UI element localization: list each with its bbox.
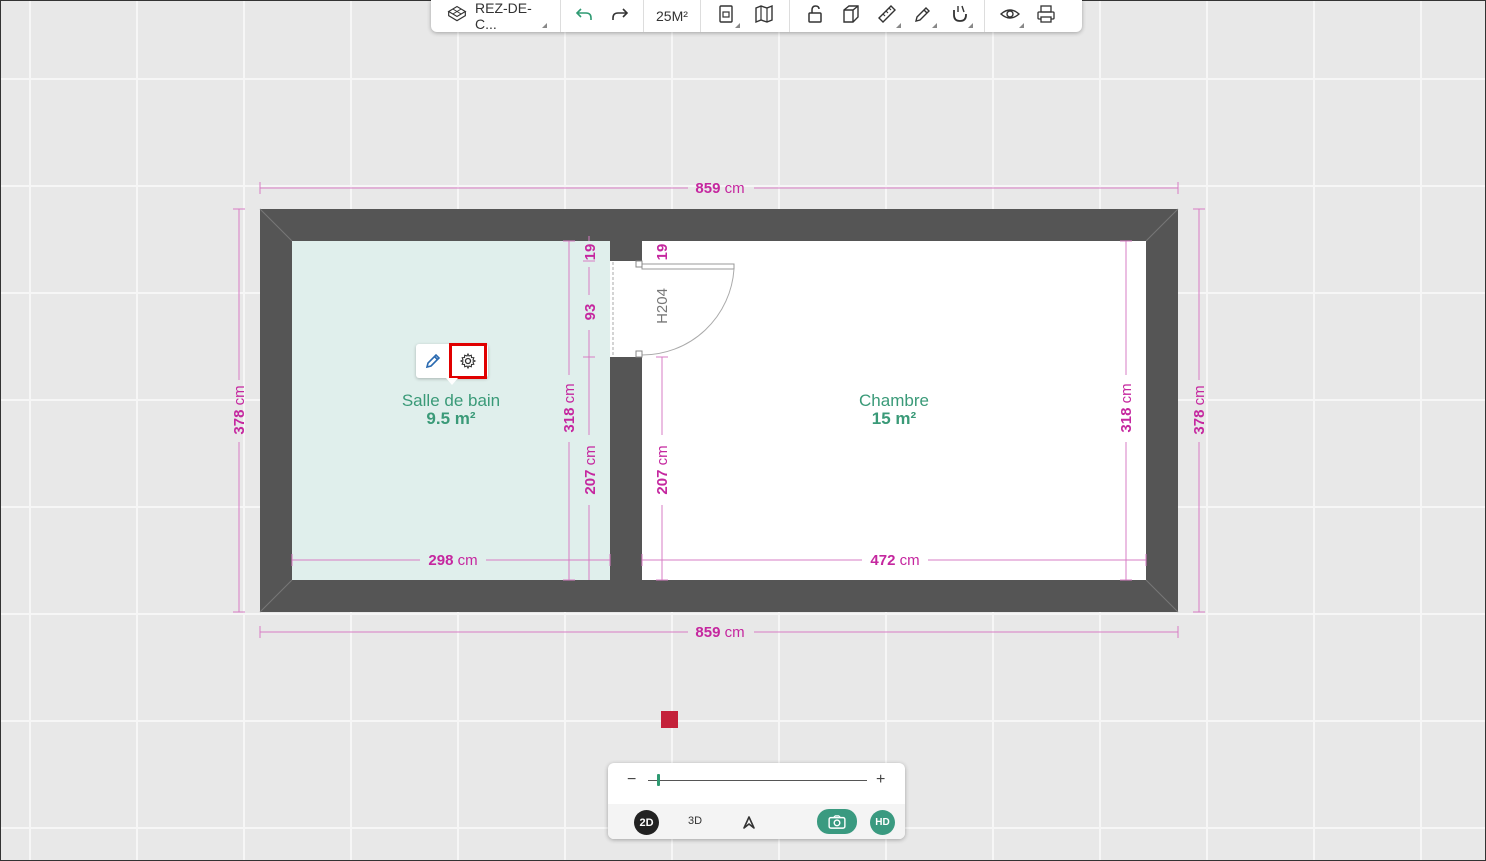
door-height-label: H204 bbox=[654, 288, 671, 324]
level-3d-icon bbox=[447, 4, 467, 29]
dim-left-total: 378 cm bbox=[231, 385, 248, 434]
room-area: 15 m² bbox=[871, 409, 917, 428]
ruler-button[interactable] bbox=[874, 2, 901, 30]
view-mode-row: 2D 3D HD bbox=[608, 804, 905, 839]
map-button[interactable] bbox=[751, 2, 777, 30]
floor-plan-button[interactable] bbox=[713, 2, 740, 30]
door-hinge-bottom bbox=[635, 350, 643, 358]
lock-icon bbox=[805, 4, 825, 29]
ruler-icon bbox=[877, 4, 897, 29]
dropdown-corner-icon bbox=[1018, 23, 1024, 28]
room-label-chambre[interactable]: Chambre 15 m² bbox=[824, 392, 964, 428]
magnet-button[interactable] bbox=[946, 2, 973, 30]
dim-top-total: 859 cm bbox=[695, 180, 744, 197]
pencil-button[interactable] bbox=[910, 2, 937, 30]
dropdown-corner-icon bbox=[931, 23, 937, 28]
dim-door-width: 93 bbox=[582, 304, 599, 321]
visibility-button[interactable] bbox=[997, 2, 1024, 30]
zoom-out-button[interactable]: − bbox=[627, 772, 636, 788]
dim-bath-lower-height: 207 cm bbox=[582, 445, 599, 494]
dim-right-total: 378 cm bbox=[1191, 385, 1208, 434]
view-group bbox=[985, 0, 1071, 32]
map-icon bbox=[754, 4, 774, 29]
redo-button[interactable] bbox=[607, 2, 633, 30]
print-icon bbox=[1036, 4, 1056, 29]
dropdown-corner-icon bbox=[734, 23, 740, 28]
edit-pencil-icon[interactable] bbox=[416, 344, 450, 378]
dim-bed-width: 472 cm bbox=[870, 552, 919, 569]
zoom-slider-thumb[interactable] bbox=[656, 774, 660, 786]
level-selector-button[interactable]: REZ-DE-C... bbox=[447, 0, 547, 32]
settings-gear-icon[interactable] bbox=[449, 343, 487, 379]
cube-button[interactable] bbox=[838, 2, 864, 30]
zoom-row: − + bbox=[608, 763, 905, 801]
dim-door-offset-right: 19 bbox=[654, 244, 671, 261]
tools-group bbox=[790, 0, 985, 32]
top-toolbar: REZ-DE-C... 25M² bbox=[431, 0, 1082, 32]
dropdown-corner-icon bbox=[967, 23, 973, 28]
plan-group bbox=[701, 0, 790, 32]
door-frame-top bbox=[641, 263, 735, 270]
dim-bath-width: 298 cm bbox=[428, 552, 477, 569]
dropdown-corner-icon bbox=[542, 23, 547, 28]
hd-button[interactable]: HD bbox=[870, 810, 895, 835]
dropdown-corner-icon bbox=[895, 23, 901, 28]
eye-icon bbox=[999, 4, 1020, 29]
north-arrow-icon bbox=[743, 816, 755, 829]
magnet-icon bbox=[949, 4, 969, 29]
room-name: Chambre bbox=[859, 391, 929, 410]
room-label-salle-de-bain[interactable]: Salle de bain 9.5 m² bbox=[381, 392, 521, 428]
lock-button[interactable] bbox=[802, 2, 828, 30]
level-label: REZ-DE-C... bbox=[475, 0, 532, 32]
door-opening[interactable] bbox=[610, 261, 642, 357]
floor-plan-icon bbox=[716, 4, 736, 29]
history-group bbox=[561, 0, 644, 32]
position-marker[interactable] bbox=[661, 711, 678, 728]
cube-icon bbox=[841, 4, 861, 29]
dim-door-offset-left: 19 bbox=[582, 244, 599, 261]
dim-bottom-total: 859 cm bbox=[695, 624, 744, 641]
undo-button[interactable] bbox=[571, 2, 597, 30]
door-hinge-top bbox=[635, 260, 643, 268]
view-2d-button[interactable]: 2D bbox=[634, 810, 659, 835]
area-group: 25M² bbox=[644, 0, 701, 32]
zoom-in-button[interactable]: + bbox=[876, 772, 885, 788]
level-selector-group: REZ-DE-C... bbox=[431, 0, 561, 32]
dim-bed-lower-height: 207 cm bbox=[654, 445, 671, 494]
print-button[interactable] bbox=[1033, 2, 1059, 30]
undo-icon bbox=[574, 4, 594, 29]
floor-plan[interactable]: H204 859 cm 859 cm 378 cm 378 cm 298 cm … bbox=[0, 0, 1486, 861]
zoom-slider-track[interactable] bbox=[648, 780, 867, 781]
dim-bed-inner-height: 318 cm bbox=[1118, 383, 1135, 432]
room-area: 9.5 m² bbox=[426, 409, 476, 428]
north-arrow-button[interactable] bbox=[741, 814, 757, 830]
view-3d-button[interactable]: 3D bbox=[688, 815, 702, 827]
room-action-popover bbox=[416, 343, 488, 385]
dim-bath-inner-height: 318 cm bbox=[561, 383, 578, 432]
camera-icon bbox=[828, 814, 846, 829]
room-name: Salle de bain bbox=[401, 391, 501, 410]
camera-button[interactable] bbox=[817, 809, 857, 834]
redo-icon bbox=[610, 4, 630, 29]
pencil-icon bbox=[913, 4, 933, 29]
total-area-label[interactable]: 25M² bbox=[652, 8, 692, 24]
view-control-panel: − + 2D 3D HD bbox=[608, 763, 905, 839]
